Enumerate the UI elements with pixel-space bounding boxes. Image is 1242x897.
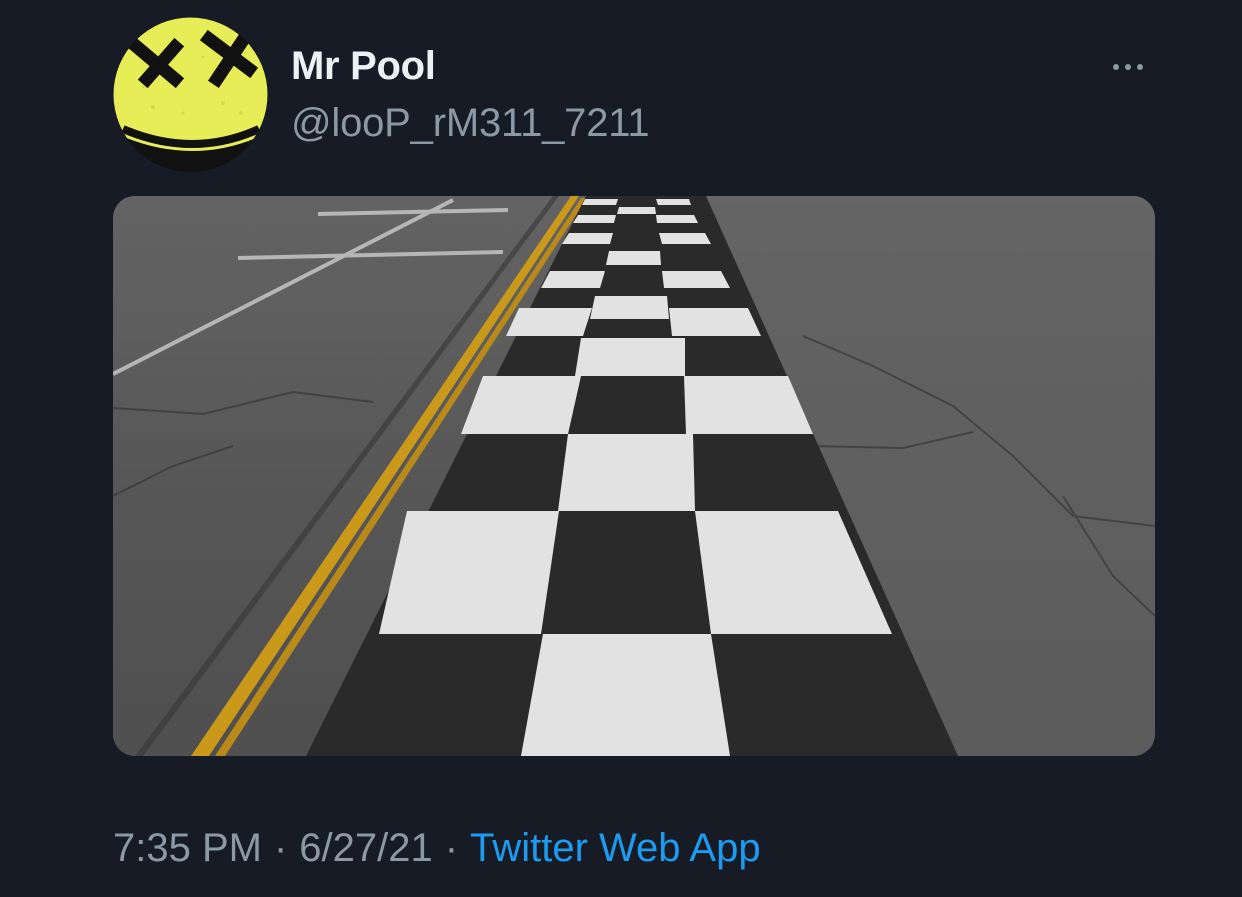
finish-line-photo <box>113 196 1155 756</box>
tweet-meta: 7:35 PM · 6/27/21 · Twitter Web App <box>113 826 761 871</box>
author-display-name[interactable]: Mr Pool <box>291 44 436 89</box>
tweet-source-link[interactable]: Twitter Web App <box>470 826 761 870</box>
tweet-time[interactable]: 7:35 PM <box>113 826 262 870</box>
yellow-smiley-face-icon <box>113 17 268 172</box>
author-avatar[interactable] <box>113 17 268 172</box>
tweet-date[interactable]: 6/27/21 <box>299 826 432 870</box>
tweet-media-image[interactable] <box>113 196 1155 756</box>
more-options-icon[interactable] <box>1104 52 1152 82</box>
author-handle[interactable]: @looP_rM311_7211 <box>291 101 650 146</box>
meta-separator-2: · <box>444 826 459 870</box>
tweet-card: Mr Pool @looP_rM311_7211 7:35 PM · 6/27/… <box>0 0 1242 897</box>
meta-separator: · <box>273 826 288 870</box>
